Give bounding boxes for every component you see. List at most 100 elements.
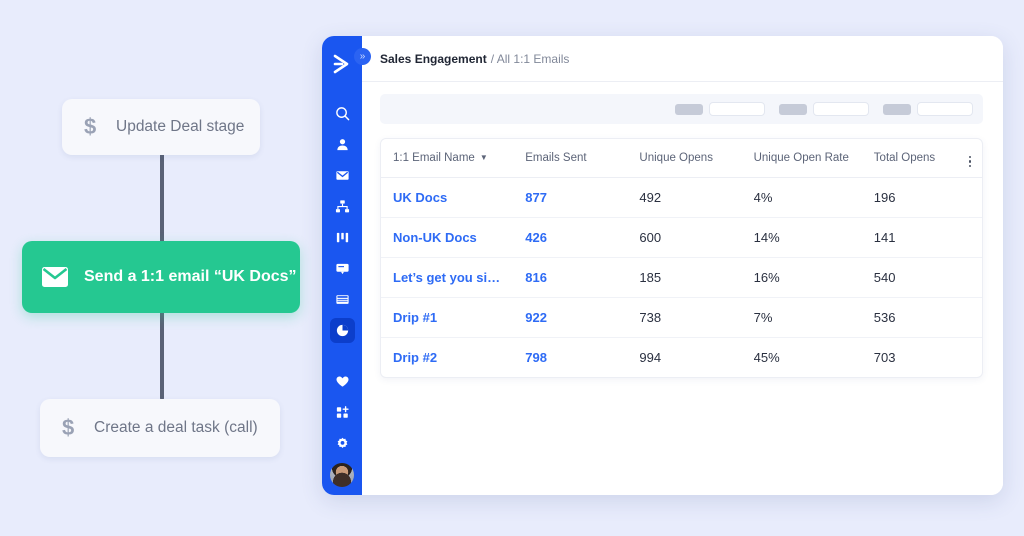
filter-label-placeholder (675, 103, 703, 115)
table-body: UK Docs 877 492 4% 196 Non-UK Docs 426 6… (381, 177, 982, 378)
workflow-diagram: $ Update Deal stage Send a 1:1 email “UK… (0, 0, 310, 536)
column-header-unique-open-rate[interactable]: Unique Open Rate (753, 139, 874, 178)
sidebar-nav (322, 98, 362, 346)
column-header-label: 1:1 Email Name (393, 152, 475, 164)
emails-table: 1:1 Email Name ▼ Emails Sent Unique Opens… (381, 139, 982, 377)
cell-emails-sent[interactable]: 426 (525, 217, 640, 258)
column-header-unique-opens[interactable]: Unique Opens (639, 139, 754, 178)
mail-icon (42, 267, 68, 287)
flow-node-update-deal-stage[interactable]: $ Update Deal stage (62, 99, 260, 155)
filter-value-placeholder[interactable] (813, 102, 869, 116)
cell-spacer (957, 217, 982, 258)
table-row[interactable]: Drip #1 922 738 7% 536 (381, 297, 982, 338)
dollar-icon: $ (62, 415, 75, 440)
cell-emails-sent[interactable]: 877 (525, 177, 640, 218)
table-row[interactable]: Let’s get you si… 816 185 16% 540 (381, 257, 982, 298)
cell-spacer (957, 257, 982, 298)
cell-unique-opens: 994 (639, 350, 662, 365)
table-options-menu[interactable] (957, 139, 982, 178)
cell-unique-opens: 600 (639, 217, 754, 258)
sidebar-item-favorites[interactable] (322, 366, 362, 397)
flow-connector-2 (160, 310, 164, 400)
filter-2[interactable] (779, 102, 869, 116)
filter-label-placeholder (779, 103, 807, 115)
cell-total-opens: 196 (873, 177, 958, 218)
cell-email-name[interactable]: Let’s get you si… (381, 257, 526, 298)
search-icon (330, 101, 355, 126)
sidebar-bottom-nav (322, 366, 362, 495)
cell-spacer (957, 297, 982, 338)
app-sidebar: » (322, 36, 371, 495)
gear-icon (330, 431, 355, 456)
pie-chart-icon (329, 318, 355, 343)
table-row[interactable]: Drip #2 798 994 45% 703 (381, 338, 982, 378)
cell-email-name[interactable]: UK Docs (381, 177, 526, 218)
sidebar-item-workflows[interactable] (322, 191, 362, 222)
sidebar-item-lists[interactable] (322, 284, 362, 315)
table-header: 1:1 Email Name ▼ Emails Sent Unique Opens… (381, 139, 982, 178)
sidebar-item-email[interactable] (322, 160, 362, 191)
cell-total-opens: 540 (873, 257, 958, 298)
sidebar-item-conversations[interactable] (322, 253, 362, 284)
breadcrumb-current: / All 1:1 Emails (490, 51, 570, 66)
sidebar-item-pipeline[interactable] (322, 222, 362, 253)
column-header-total-opens[interactable]: Total Opens (873, 139, 958, 178)
cell-total-opens: 703 (873, 350, 896, 365)
emails-table-card: 1:1 Email Name ▼ Emails Sent Unique Opens… (380, 138, 983, 378)
flow-node-label: Send a 1:1 email “UK Docs” (84, 268, 297, 285)
cell-unique-open-rate: 7% (753, 297, 874, 338)
user-avatar[interactable] (330, 463, 354, 487)
heart-icon (330, 369, 355, 394)
cell-spacer (958, 338, 982, 378)
flow-node-label: Create a deal task (call) (94, 419, 258, 436)
filter-1[interactable] (675, 102, 765, 116)
cell-unique-opens: 185 (639, 257, 754, 298)
sort-caret-icon[interactable]: ▼ (480, 153, 488, 162)
cell-unique-opens: 738 (639, 297, 754, 338)
flow-node-label: Update Deal stage (116, 118, 245, 135)
sidebar-item-reports[interactable] (322, 315, 362, 346)
cell-unique-open-rate: 4% (753, 177, 874, 218)
kebab-menu-icon (968, 155, 972, 167)
cell-emails-sent[interactable]: 816 (525, 257, 640, 298)
main-pane: Sales Engagement / All 1:1 Emails 1:1 Em… (362, 36, 1003, 495)
org-chart-icon (330, 194, 355, 219)
filter-value-placeholder[interactable] (917, 102, 973, 116)
cell-total-opens: 141 (873, 217, 958, 258)
sidebar-item-search[interactable] (322, 98, 362, 129)
cell-unique-open-rate: 16% (753, 257, 874, 298)
table-icon (330, 287, 355, 312)
column-header-email-name[interactable]: 1:1 Email Name ▼ (381, 139, 526, 178)
cell-total-opens: 536 (873, 297, 958, 338)
columns-icon (330, 225, 355, 250)
dollar-icon: $ (84, 114, 97, 139)
cell-unique-open-rate: 14% (753, 217, 874, 258)
table-header-row: 1:1 Email Name ▼ Emails Sent Unique Opens… (381, 139, 982, 178)
chat-icon (330, 256, 355, 281)
flow-node-create-deal-task[interactable]: $ Create a deal task (call) (40, 399, 280, 457)
sidebar-expand-button[interactable]: » (354, 48, 371, 65)
envelope-icon (330, 163, 355, 188)
column-header-emails-sent[interactable]: Emails Sent (525, 139, 640, 178)
sidebar-item-settings[interactable] (322, 428, 362, 459)
content-area: 1:1 Email Name ▼ Emails Sent Unique Opens… (362, 82, 1003, 495)
sidebar-item-apps[interactable] (322, 397, 362, 428)
filter-3[interactable] (883, 102, 973, 116)
cell-unique-open-rate: 45% (753, 350, 780, 365)
filter-value-placeholder[interactable] (709, 102, 765, 116)
table-row[interactable]: UK Docs 877 492 4% 196 (381, 177, 982, 218)
cell-email-name[interactable]: Drip #2 (381, 338, 525, 378)
sidebar-item-contacts[interactable] (322, 129, 362, 160)
person-icon (330, 132, 355, 157)
cell-emails-sent[interactable]: 798 (525, 338, 639, 378)
cell-email-name[interactable]: Drip #1 (381, 297, 526, 338)
breadcrumb-section[interactable]: Sales Engagement (380, 52, 487, 66)
flow-node-send-email[interactable]: Send a 1:1 email “UK Docs” (22, 241, 300, 313)
cell-unique-opens: 492 (639, 177, 754, 218)
cell-spacer (957, 177, 982, 218)
cell-email-name[interactable]: Non-UK Docs (381, 217, 526, 258)
cell-emails-sent[interactable]: 922 (525, 297, 640, 338)
table-row[interactable]: Non-UK Docs 426 600 14% 141 (381, 217, 982, 258)
filter-bar (380, 94, 983, 124)
filter-label-placeholder (883, 103, 911, 115)
